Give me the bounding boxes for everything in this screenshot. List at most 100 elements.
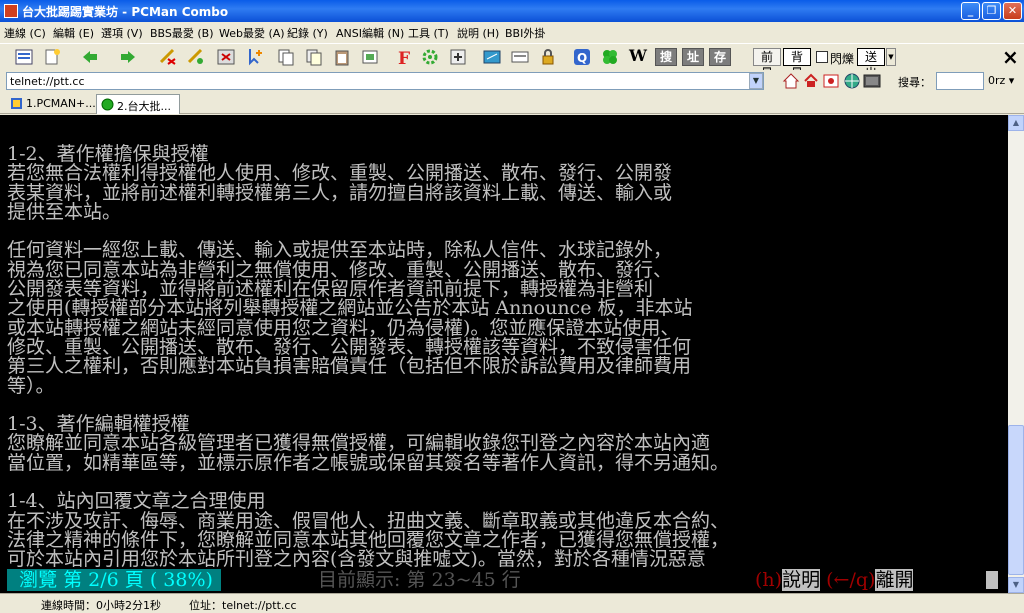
- close-button[interactable]: ✕: [1003, 2, 1022, 20]
- terminal-screen[interactable]: 1-2、著作權擔保與授權 若您無合法權利得授權他人使用、修改、重製、公開播送、散布…: [0, 115, 1008, 593]
- reconnect-icon[interactable]: [186, 47, 206, 67]
- fullscreen-icon[interactable]: [448, 47, 468, 67]
- menu-edit[interactable]: 編輯 (E): [53, 25, 94, 41]
- tab-1[interactable]: 1.PCMAN+...: [6, 94, 100, 114]
- site-list-icon[interactable]: [14, 47, 34, 67]
- back-arrow-icon[interactable]: [80, 47, 100, 67]
- search-engine-select[interactable]: 0rz ▾: [988, 74, 1014, 87]
- menu-help[interactable]: 說明 (H): [457, 25, 499, 41]
- terminal-line: 表某資料，並將前述權利轉授權第三人，請勿擅自將該資料上載、傳送、輸入或: [7, 181, 673, 204]
- tab-2-label: 2.台大批...: [117, 100, 171, 113]
- copy-ansi-icon[interactable]: [304, 47, 324, 67]
- address-dropdown-icon[interactable]: ▼: [749, 73, 763, 89]
- tab-1-label: 1.PCMAN+...: [26, 97, 96, 110]
- search-input[interactable]: [936, 72, 984, 90]
- q-search-icon[interactable]: Q: [572, 47, 592, 67]
- scroll-down-icon[interactable]: ▼: [1008, 577, 1024, 593]
- terminal-line: 在不涉及攻訐、侮辱、商業用途、假冒他人、扭曲文義、斷章取義或其他違反本合約、: [7, 509, 730, 532]
- bookmark-icon[interactable]: [801, 71, 821, 91]
- blink-label: 閃爍: [830, 52, 855, 66]
- screen-icon[interactable]: [482, 47, 502, 67]
- terminal-line: 任何資料一經您上載、傳送、輸入或提供至本站時，除私人信件、水球記錄外，: [7, 239, 673, 262]
- menu-log[interactable]: 紀錄 (Y): [287, 25, 328, 41]
- toolbar: F Q W 搜 址 存 前景 背景 閃爍 送出 ▼ ×: [0, 43, 1024, 80]
- scroll-thumb[interactable]: [1008, 425, 1024, 575]
- terminal-line: 或本站轉授權之網站未經同意使用您之資料，仍為侵權)。您並應保證本站使用、: [7, 316, 680, 339]
- close-toolbar-icon[interactable]: ×: [1002, 45, 1019, 69]
- disconnect-icon[interactable]: [158, 47, 178, 67]
- lock-icon[interactable]: [538, 47, 558, 67]
- tab-connected-icon: [101, 98, 114, 111]
- tab-app-icon: [10, 97, 23, 110]
- terminal-line: 修改、重製、公開播送、散布、發行、公開發表、轉授權該等資料，不致侵害任何: [7, 335, 692, 358]
- pcman-window: 台大批踢踢實業坊 - PCMan Combo _ ❐ ✕ 連線 (C) 編輯 (…: [0, 0, 1024, 613]
- menu-web-favorites[interactable]: Web最愛 (A): [219, 25, 285, 41]
- menu-tools[interactable]: 工具 (T): [408, 25, 449, 41]
- menu-bbi-plugin[interactable]: BBI外掛: [505, 25, 545, 41]
- image-viewer-icon[interactable]: [821, 71, 841, 91]
- menu-options[interactable]: 選項 (V): [101, 25, 143, 41]
- status-bar: 連線時間：0小時2分1秒 位址：telnet://ptt.cc: [0, 593, 1024, 613]
- terminal-scrollbar[interactable]: ▲ ▼: [1008, 115, 1024, 593]
- search-button[interactable]: 搜: [655, 48, 677, 66]
- svg-text:Q: Q: [577, 51, 587, 65]
- tab-2[interactable]: 2.台大批...: [96, 94, 180, 114]
- terminal-status-line: 瀏覽 第 2/6 頁 ( 38%) 目前顯示: 第 23~45 行 (h)說明 …: [0, 569, 1008, 591]
- terminal-line: 當位置，如精華區等，並標示原作者之帳號或保留其簽名等著作人資訊，得不另通知。: [7, 451, 730, 474]
- settings-gear-icon[interactable]: [420, 47, 440, 67]
- save-button[interactable]: 存: [709, 48, 731, 66]
- terminal-line: 1-4、站內回覆文章之合理使用: [7, 490, 266, 513]
- current-lines-indicator: 目前顯示: 第 23~45 行: [318, 569, 521, 591]
- close-tab-icon[interactable]: [216, 47, 236, 67]
- menu-ansi-edit[interactable]: ANSI編輯 (N): [336, 25, 404, 41]
- wikipedia-button[interactable]: W: [627, 48, 649, 66]
- terminal-text: 1-2、著作權擔保與授權 若您無合法權利得授權他人使用、修改、重製、公開播送、散布…: [7, 139, 730, 571]
- keyboard-icon[interactable]: [510, 47, 530, 67]
- new-connection-icon[interactable]: [42, 47, 62, 67]
- app-icon: [4, 4, 18, 18]
- title-bar: 台大批踢踢實業坊 - PCMan Combo _ ❐ ✕: [0, 0, 1024, 22]
- globe-icon[interactable]: [842, 71, 862, 91]
- scroll-up-icon[interactable]: ▲: [1008, 115, 1024, 131]
- home-icon[interactable]: [781, 71, 801, 91]
- menu-bbs-favorites[interactable]: BBS最愛 (B): [150, 25, 214, 41]
- terminal-line: 之使用(轉授權部分本站將列舉轉授權之網站並公告於本站 Announce 板，非本…: [7, 297, 693, 320]
- paste-icon[interactable]: [332, 47, 352, 67]
- blink-checkbox[interactable]: [816, 51, 828, 63]
- background-button[interactable]: 背景: [783, 48, 811, 80]
- tab-bar: 1.PCMAN+... 2.台大批...: [0, 92, 1024, 114]
- terminal-icon[interactable]: [862, 71, 882, 91]
- address-button[interactable]: 址: [682, 48, 704, 66]
- clover-icon[interactable]: [600, 47, 620, 67]
- terminal-line: 第三人之權利，否則應對本站負損害賠償責任（包括但不限於訴訟費用及律師費用: [7, 355, 692, 378]
- terminal-line: 1-3、著作編輯權授權: [7, 413, 190, 436]
- terminal-line: 1-2、著作權擔保與授權: [7, 143, 209, 165]
- terminal-line: 若您無合法權利得授權他人使用、修改、重製、公開播送、散布、發行、公開發: [7, 162, 673, 185]
- menu-bar: 連線 (C) 編輯 (E) 選項 (V) BBS最愛 (B) Web最愛 (A)…: [0, 22, 1024, 42]
- address-input[interactable]: telnet://ptt.cc: [6, 72, 764, 90]
- connection-time: 連線時間：0小時2分1秒: [41, 599, 161, 612]
- menu-connect[interactable]: 連線 (C): [4, 25, 46, 41]
- font-icon[interactable]: F: [394, 47, 414, 69]
- terminal-line: 視為您已同意本站為非營利之無償使用、修改、重製、公開播送、散布、發行、: [7, 258, 673, 281]
- browse-page-indicator: 瀏覽 第 2/6 頁 ( 38%): [7, 569, 221, 591]
- add-favorite-icon[interactable]: [244, 47, 264, 67]
- svg-text:F: F: [398, 49, 410, 67]
- window-title: 台大批踢踢實業坊 - PCMan Combo: [22, 5, 229, 19]
- terminal-line: 公開發表等資料，並得將前述權利在保留原作者資訊前提下，轉授權為非營利: [7, 278, 654, 301]
- terminal-cursor: [986, 571, 998, 589]
- minimize-button[interactable]: _: [961, 2, 980, 20]
- copy-icon[interactable]: [276, 47, 296, 67]
- paste-image-icon[interactable]: [360, 47, 380, 67]
- send-button[interactable]: 送出: [857, 48, 885, 80]
- help-hint: (h)說明 (←/q)離開: [755, 569, 914, 591]
- terminal-line: 您瞭解並同意本站各級管理者已獲得無償授權，可編輯收錄您刊登之內容於本站內適: [7, 432, 711, 455]
- terminal-line: 可於本站內引用您於本站所刊登之內容(含發文與推噓文)。當然，對於各種情況惡意: [7, 548, 706, 571]
- send-dropdown-icon[interactable]: ▼: [886, 48, 896, 66]
- address-bar: telnet://ptt.cc ▼ 搜尋： 0rz ▾: [0, 70, 1024, 92]
- forward-arrow-icon[interactable]: [118, 47, 138, 67]
- foreground-button[interactable]: 前景: [753, 48, 781, 80]
- maximize-button[interactable]: ❐: [982, 2, 1001, 20]
- search-label: 搜尋：: [898, 76, 931, 89]
